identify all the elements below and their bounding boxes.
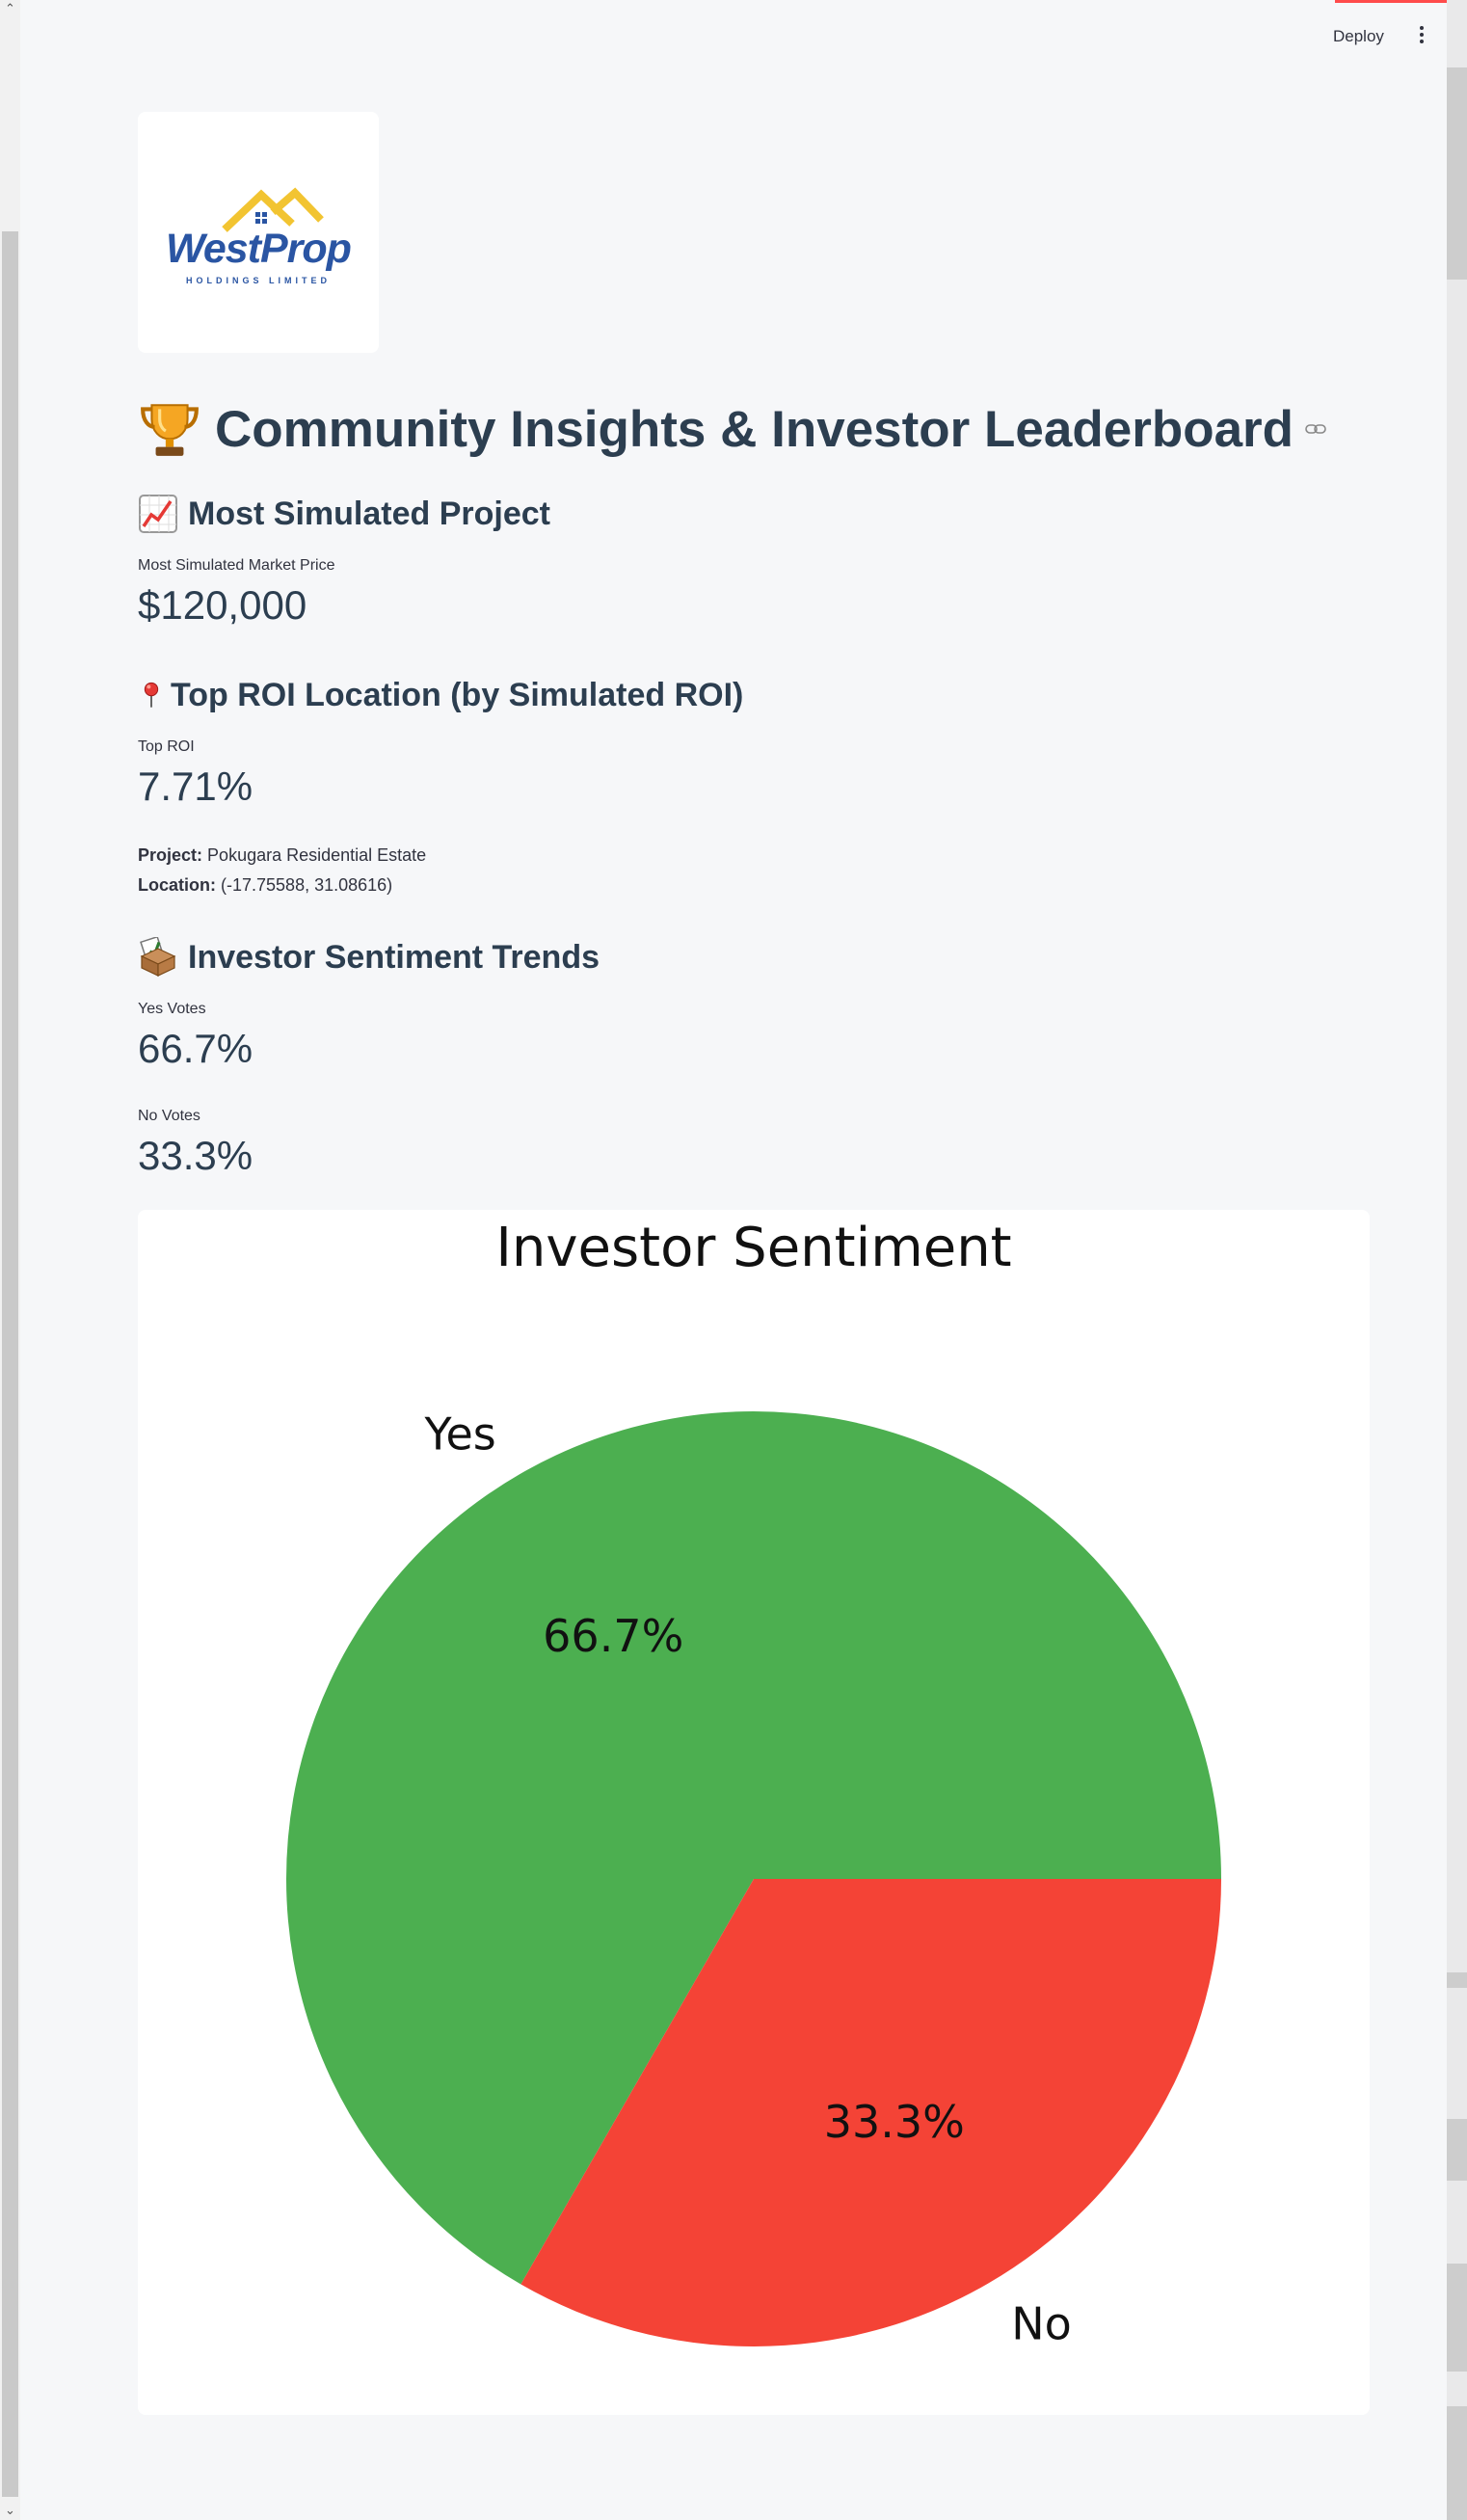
more-menu-icon[interactable]	[1412, 23, 1431, 52]
logo-subtitle-text: HOLDINGS LIMITED	[186, 276, 331, 285]
page-scrollbar[interactable]: ⌃ ⌄	[0, 0, 20, 2520]
sentiment-pie-chart: Investor Sentiment Yes 66.7% No 33.3%	[138, 1210, 1370, 2415]
top-roi-metric-label: Top ROI	[138, 738, 195, 755]
project-value: Pokugara Residential Estate	[207, 845, 427, 865]
content-scrollbar-thumb[interactable]	[1447, 67, 1467, 280]
deploy-button[interactable]: Deploy	[1333, 27, 1384, 46]
company-logo: WestProp HOLDINGS LIMITED	[138, 112, 379, 353]
top-roi-metric-value: 7.71%	[138, 764, 253, 809]
link-anchor-icon[interactable]	[1305, 422, 1326, 436]
content-scrollbar-marker	[1447, 2406, 1467, 2520]
logo-brand-text: WestProp	[166, 226, 352, 272]
pie-category-label: No	[1011, 2298, 1072, 2350]
location-key: Location:	[138, 875, 216, 895]
most-simulated-metric-value: $120,000	[138, 582, 307, 628]
top-roi-project-line: Project: Pokugara Residential Estate	[138, 845, 426, 866]
most-simulated-metric-label: Most Simulated Market Price	[138, 557, 335, 574]
pushpin-icon	[144, 682, 159, 708]
app-container: Deploy WestProp HOLDINGS LIMITED Communi…	[20, 0, 1447, 2520]
pie-category-label: Yes	[424, 1407, 496, 1460]
content-scrollbar-marker	[1447, 1972, 1467, 1988]
most-simulated-heading: Most Simulated Project	[138, 490, 550, 538]
scroll-down-arrow-icon[interactable]: ⌄	[5, 2504, 15, 2518]
chart-increasing-icon	[139, 495, 177, 533]
pie-percent-label: 66.7%	[543, 1610, 683, 1662]
sentiment-heading: Investor Sentiment Trends	[138, 933, 600, 981]
page-scrollbar-thumb[interactable]	[2, 231, 18, 2497]
most-simulated-heading-text: Most Simulated Project	[188, 495, 550, 532]
top-roi-heading-text: Top ROI Location (by Simulated ROI)	[171, 676, 744, 713]
location-value: (-17.75588, 31.08616)	[221, 875, 393, 895]
pie-chart-canvas: Investor Sentiment Yes 66.7% No 33.3%	[286, 1217, 1221, 2350]
top-roi-heading: Top ROI Location (by Simulated ROI)	[138, 671, 743, 719]
content-scrollbar-marker	[1447, 2264, 1467, 2372]
content-scrollbar[interactable]	[1447, 0, 1467, 2520]
pie-percent-label: 33.3%	[824, 2096, 965, 2148]
page-title: Community Insights & Investor Leaderboar…	[138, 391, 1326, 467]
content-scrollbar-marker	[1447, 2119, 1467, 2181]
scroll-up-arrow-icon[interactable]: ⌃	[5, 2, 15, 16]
ballot-box-icon	[140, 937, 176, 977]
project-key: Project:	[138, 845, 203, 865]
page-title-text: Community Insights & Investor Leaderboar…	[215, 400, 1294, 458]
chart-title: Investor Sentiment	[495, 1217, 1011, 1279]
yes-votes-label: Yes Votes	[138, 1001, 206, 1017]
sentiment-heading-text: Investor Sentiment Trends	[188, 938, 600, 976]
trophy-icon	[141, 404, 199, 456]
top-roi-location-line: Location: (-17.75588, 31.08616)	[138, 875, 392, 896]
no-votes-label: No Votes	[138, 1108, 200, 1124]
no-votes-value: 33.3%	[138, 1133, 253, 1178]
status-accent-bar	[1335, 0, 1447, 3]
yes-votes-value: 66.7%	[138, 1026, 253, 1071]
